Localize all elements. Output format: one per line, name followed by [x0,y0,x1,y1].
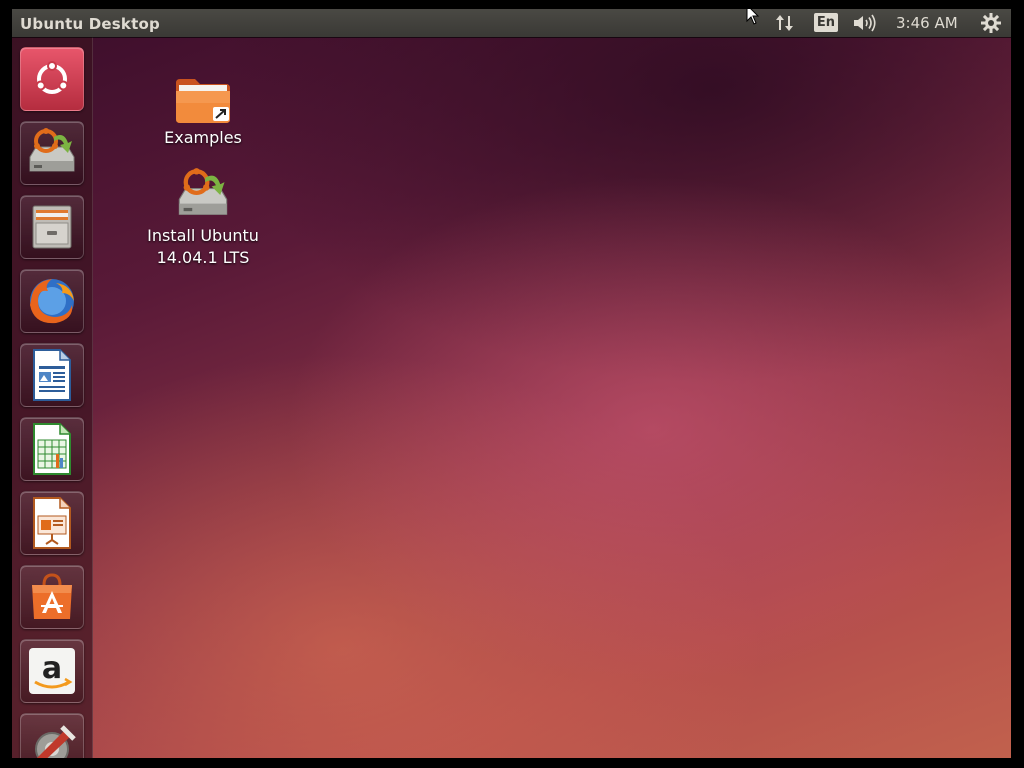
top-panel: Ubuntu Desktop En 3:46 AM [12,9,1011,37]
desktop-icon-label-line1: Install Ubuntu [147,226,259,245]
launcher-libreoffice-writer[interactable] [20,343,84,407]
session-gear-icon[interactable] [980,13,1002,33]
installer-disk-icon [178,168,228,215]
launcher-install-ubuntu[interactable] [20,121,84,185]
installer-disk-icon [29,128,75,172]
launcher-libreoffice-calc[interactable] [20,417,84,481]
ubuntu-logo-icon [35,61,69,94]
shopping-bag-icon [32,573,72,619]
launcher-system-settings[interactable] [20,713,84,758]
desktop-screen: Ubuntu Desktop En 3:46 AM a Examples Ins… [12,9,1011,758]
keyboard-layout-indicator[interactable]: En [814,13,838,32]
desktop-icon-install-ubuntu[interactable]: Install Ubuntu 14.04.1 LTS [128,167,278,269]
desktop-icon-examples[interactable]: Examples [128,73,278,149]
desktop-icon-label: Examples [164,128,242,147]
launcher-files[interactable] [20,195,84,259]
launcher-amazon[interactable]: a [20,639,84,703]
clock[interactable]: 3:46 AM [896,13,966,33]
desktop-icon-label-line2: 14.04.1 LTS [156,248,250,267]
amazon-icon: a [29,648,75,694]
mouse-cursor-icon [746,9,760,25]
launcher-dash-home[interactable] [20,47,84,111]
folder-link-icon [176,79,230,123]
launcher-libreoffice-impress[interactable] [20,491,84,555]
launcher-software-center[interactable] [20,565,84,629]
network-icon[interactable] [774,13,796,33]
settings-tools-icon [35,725,76,758]
svg-text:a: a [42,651,62,686]
window-title: Ubuntu Desktop [20,15,160,33]
impress-presentation-icon [33,497,71,549]
writer-document-icon [33,349,71,401]
file-cabinet-icon [32,205,72,249]
volume-icon[interactable] [852,13,878,33]
calc-spreadsheet-icon [33,423,71,475]
firefox-icon [30,279,74,324]
launcher-firefox[interactable] [20,269,84,333]
launcher: a [12,37,93,758]
